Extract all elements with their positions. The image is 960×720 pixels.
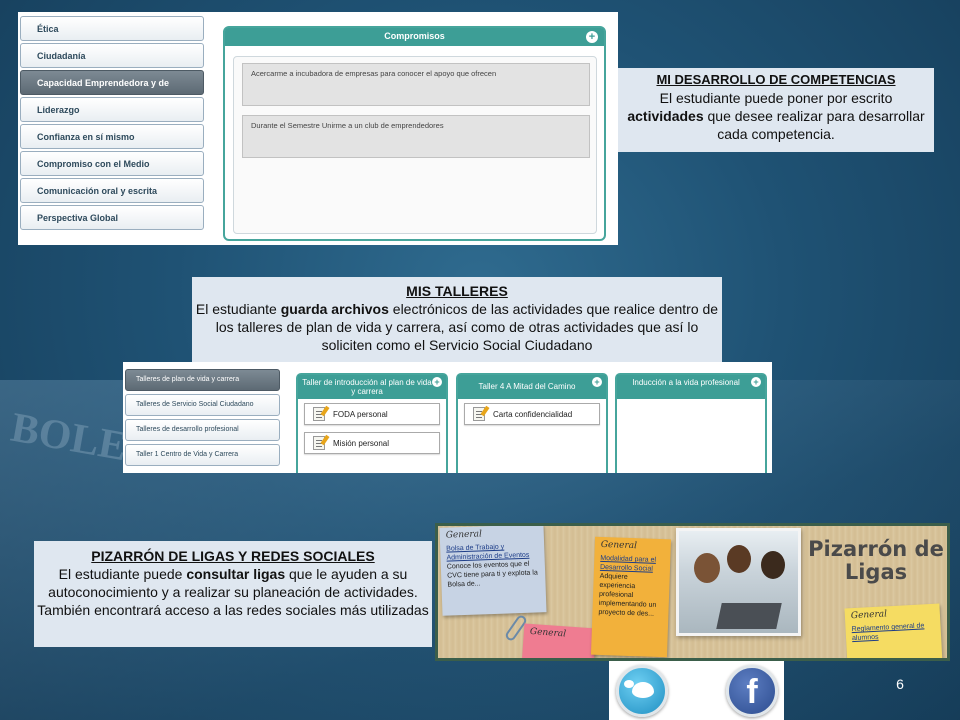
- taller-column-title: Taller de introducción al plan de vida y…: [302, 378, 432, 396]
- page-number: 6: [896, 676, 904, 692]
- add-file-plus-icon[interactable]: +: [592, 377, 602, 387]
- caption-competencias-text: El estudiante puede poner por escrito: [659, 90, 893, 106]
- note-heading: General: [445, 529, 483, 541]
- twitter-icon[interactable]: [616, 665, 668, 717]
- sidebar-item-desarrollo-profesional[interactable]: Talleres de desarrollo profesional: [125, 419, 280, 441]
- students-photo: [676, 528, 801, 636]
- caption-talleres-bold: guarda archivos: [280, 301, 389, 317]
- student-figure: [761, 551, 785, 579]
- note-link[interactable]: Modalidad para el Desarrollo Social: [600, 554, 665, 574]
- add-file-plus-icon[interactable]: +: [432, 377, 442, 387]
- note-text: Conoce los eventos que el CVC tiene para…: [446, 560, 538, 589]
- twitter-bird-icon: [624, 680, 654, 698]
- file-name: Misión personal: [333, 439, 390, 448]
- file-name: Carta confidencialidad: [493, 410, 573, 419]
- document-edit-icon: [473, 407, 485, 421]
- file-name: FODA personal: [333, 410, 388, 419]
- compromiso-note[interactable]: Acercarme a incubadora de empresas para …: [242, 63, 590, 106]
- compromisos-list: Acercarme a incubadora de empresas para …: [233, 56, 597, 234]
- compromisos-box: Compromisos + Acercarme a incubadora de …: [223, 26, 606, 241]
- sidebar-item-capacidad-emprendedora[interactable]: Capacidad Emprendedora y de: [20, 70, 204, 95]
- taller-column-header: Taller 4 A Mitad del Camino +: [458, 375, 606, 399]
- compromisos-title: Compromisos: [384, 31, 445, 41]
- student-figure: [727, 545, 751, 573]
- sidebar-item-compromiso[interactable]: Compromiso con el Medio: [20, 151, 204, 176]
- taller-column: Taller 4 A Mitad del Camino + Carta conf…: [456, 373, 608, 473]
- caption-talleres-text: El estudiante: [195, 301, 281, 317]
- caption-talleres-title: MIS TALLERES: [406, 283, 508, 299]
- compromiso-note[interactable]: Durante el Semestre Unirme a un club de …: [242, 115, 590, 158]
- taller-column-title: Taller 4 A Mitad del Camino: [478, 382, 576, 391]
- add-compromiso-plus-icon[interactable]: +: [586, 31, 598, 43]
- caption-competencias: MI DESARROLLO DE COMPETENCIAS El estudia…: [618, 68, 934, 152]
- sidebar-item-perspectiva[interactable]: Perspectiva Global: [20, 205, 204, 230]
- competencias-screenshot: Ética Ciudadanía Capacidad Emprendedora …: [18, 12, 618, 245]
- taller-column: Taller de introducción al plan de vida y…: [296, 373, 448, 473]
- caption-competencias-bold: actividades: [627, 108, 704, 124]
- taller-column: Inducción a la vida profesional +: [615, 373, 767, 473]
- caption-competencias-title: MI DESARROLLO DE COMPETENCIAS: [656, 72, 896, 87]
- note-text: Adquiere experiencia profesional impleme…: [598, 572, 657, 618]
- file-item[interactable]: Misión personal: [304, 432, 440, 454]
- file-item[interactable]: FODA personal: [304, 403, 440, 425]
- sticky-note-blue[interactable]: General Bolsa de Trabajo y Administració…: [439, 526, 547, 616]
- note-heading: General: [529, 626, 567, 640]
- document-edit-icon: [313, 407, 325, 421]
- talleres-screenshot: Talleres de plan de vida y carrera Talle…: [123, 362, 772, 473]
- compromisos-header: Compromisos +: [225, 28, 604, 46]
- competencias-sidebar: Ética Ciudadanía Capacidad Emprendedora …: [20, 16, 204, 232]
- social-links: f: [609, 661, 784, 720]
- note-heading: General: [850, 609, 888, 622]
- pizarron-screenshot: General Bolsa de Trabajo y Administració…: [435, 523, 950, 661]
- add-file-plus-icon[interactable]: +: [751, 377, 761, 387]
- talleres-sidebar: Talleres de plan de vida y carrera Talle…: [125, 369, 280, 469]
- caption-pizarron-bold: consultar ligas: [186, 566, 286, 582]
- caption-pizarron-title: PIZARRÓN DE LIGAS Y REDES SOCIALES: [91, 548, 375, 564]
- laptop-shape: [716, 603, 782, 629]
- file-item[interactable]: Carta confidencialidad: [464, 403, 600, 425]
- taller-column-header: Inducción a la vida profesional +: [617, 375, 765, 399]
- caption-talleres: MIS TALLERES El estudiante guarda archiv…: [192, 277, 722, 362]
- note-link[interactable]: Reglamento general de alumnos: [851, 621, 935, 643]
- sidebar-item-ciudadania[interactable]: Ciudadanía: [20, 43, 204, 68]
- sidebar-item-servicio-social[interactable]: Talleres de Servicio Social Ciudadano: [125, 394, 280, 416]
- caption-competencias-text-end: que desee realizar para desarrollar cada…: [703, 108, 925, 142]
- sidebar-item-centro-vida[interactable]: Taller 1 Centro de Vida y Carrera: [125, 444, 280, 466]
- sticky-note-pink[interactable]: General: [521, 623, 597, 658]
- caption-pizarron-text: El estudiante puede: [58, 566, 187, 582]
- taller-column-header: Taller de introducción al plan de vida y…: [298, 375, 446, 399]
- sidebar-item-liderazgo[interactable]: Liderazgo: [20, 97, 204, 122]
- sidebar-item-etica[interactable]: Ética: [20, 16, 204, 41]
- sidebar-item-plan-vida[interactable]: Talleres de plan de vida y carrera: [125, 369, 280, 391]
- sidebar-item-comunicacion[interactable]: Comunicación oral y escrita: [20, 178, 204, 203]
- sticky-note-yellow[interactable]: General Reglamento general de alumnos: [844, 603, 943, 658]
- sidebar-item-confianza[interactable]: Confianza en sí mismo: [20, 124, 204, 149]
- caption-pizarron: PIZARRÓN DE LIGAS Y REDES SOCIALES El es…: [34, 541, 432, 647]
- note-heading: General: [600, 539, 638, 552]
- pizarron-title: Pizarrón de Ligas: [808, 537, 944, 584]
- student-figure: [694, 553, 720, 583]
- taller-column-title: Inducción a la vida profesional: [632, 378, 740, 387]
- facebook-icon[interactable]: f: [726, 665, 778, 717]
- document-edit-icon: [313, 436, 325, 450]
- sticky-note-orange[interactable]: General Modalidad para el Desarrollo Soc…: [590, 536, 672, 658]
